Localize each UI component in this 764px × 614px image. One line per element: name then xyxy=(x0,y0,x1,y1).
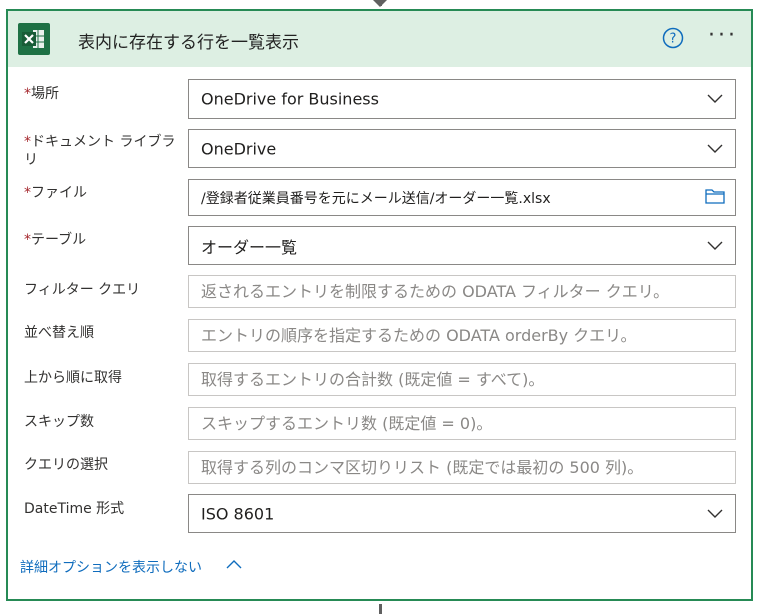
document-library-label-text: ドキュメント ライブラリ xyxy=(24,134,176,168)
file-label: *ファイル xyxy=(24,184,184,202)
chevron-down-icon xyxy=(707,144,723,153)
chevron-down-icon xyxy=(707,241,723,250)
document-library-label: *ドキュメント ライブラリ xyxy=(24,133,189,169)
document-library-dropdown[interactable]: OneDrive xyxy=(188,129,736,168)
svg-text:?: ? xyxy=(670,32,677,47)
required-marker: * xyxy=(24,134,31,150)
connector-bottom xyxy=(379,604,382,614)
action-card: 表内に存在する行を一覧表示 ? ··· *場所 OneDrive for Bus… xyxy=(6,9,753,601)
card-header[interactable]: 表内に存在する行を一覧表示 ? ··· xyxy=(8,11,751,67)
order-by-field[interactable] xyxy=(188,319,736,352)
select-query-field[interactable] xyxy=(188,451,736,484)
chevron-up-icon[interactable] xyxy=(226,559,242,569)
card-title: 表内に存在する行を一覧表示 xyxy=(78,33,299,53)
help-icon[interactable]: ? xyxy=(662,27,684,49)
filter-query-input[interactable] xyxy=(189,276,735,307)
order-by-input[interactable] xyxy=(189,320,735,351)
top-count-label: 上から順に取得 xyxy=(24,370,122,386)
excel-icon xyxy=(18,23,50,55)
file-picker[interactable]: /登録者従業員番号を元にメール送信/オーダー一覧.xlsx xyxy=(188,179,736,216)
connector-arrow-icon xyxy=(373,0,387,7)
select-query-input[interactable] xyxy=(189,452,735,483)
document-library-value: OneDrive xyxy=(201,139,277,158)
more-icon[interactable]: ··· xyxy=(708,25,744,51)
skip-count-field[interactable] xyxy=(188,407,736,440)
hide-advanced-options-link[interactable]: 詳細オプションを表示しない xyxy=(20,557,202,577)
filter-query-label: フィルター クエリ xyxy=(24,282,141,298)
skip-count-label: スキップ数 xyxy=(24,414,94,430)
skip-count-input[interactable] xyxy=(189,408,735,439)
location-value: OneDrive for Business xyxy=(201,89,379,109)
select-query-label: クエリの選択 xyxy=(24,457,108,473)
datetime-format-label: DateTime 形式 xyxy=(24,501,125,517)
table-label: *テーブル xyxy=(24,231,184,249)
file-value: /登録者従業員番号を元にメール送信/オーダー一覧.xlsx xyxy=(201,190,551,207)
table-dropdown[interactable]: オーダー一覧 xyxy=(188,226,736,265)
required-marker: * xyxy=(24,86,31,102)
table-value: オーダー一覧 xyxy=(201,237,298,257)
top-count-field[interactable] xyxy=(188,363,736,396)
datetime-format-dropdown[interactable]: ISO 8601 xyxy=(188,494,736,533)
location-label-text: 場所 xyxy=(31,86,59,102)
location-label: *場所 xyxy=(24,85,184,103)
order-by-label: 並べ替え順 xyxy=(24,325,94,341)
file-label-text: ファイル xyxy=(31,185,87,201)
top-count-input[interactable] xyxy=(189,364,735,395)
datetime-format-value: ISO 8601 xyxy=(201,504,275,523)
chevron-down-icon xyxy=(707,509,723,518)
folder-icon[interactable] xyxy=(705,188,725,204)
table-label-text: テーブル xyxy=(31,232,87,248)
required-marker: * xyxy=(24,185,31,201)
filter-query-field[interactable] xyxy=(188,275,736,308)
chevron-down-icon xyxy=(707,94,723,103)
required-marker: * xyxy=(24,232,31,248)
location-dropdown[interactable]: OneDrive for Business xyxy=(188,79,736,119)
